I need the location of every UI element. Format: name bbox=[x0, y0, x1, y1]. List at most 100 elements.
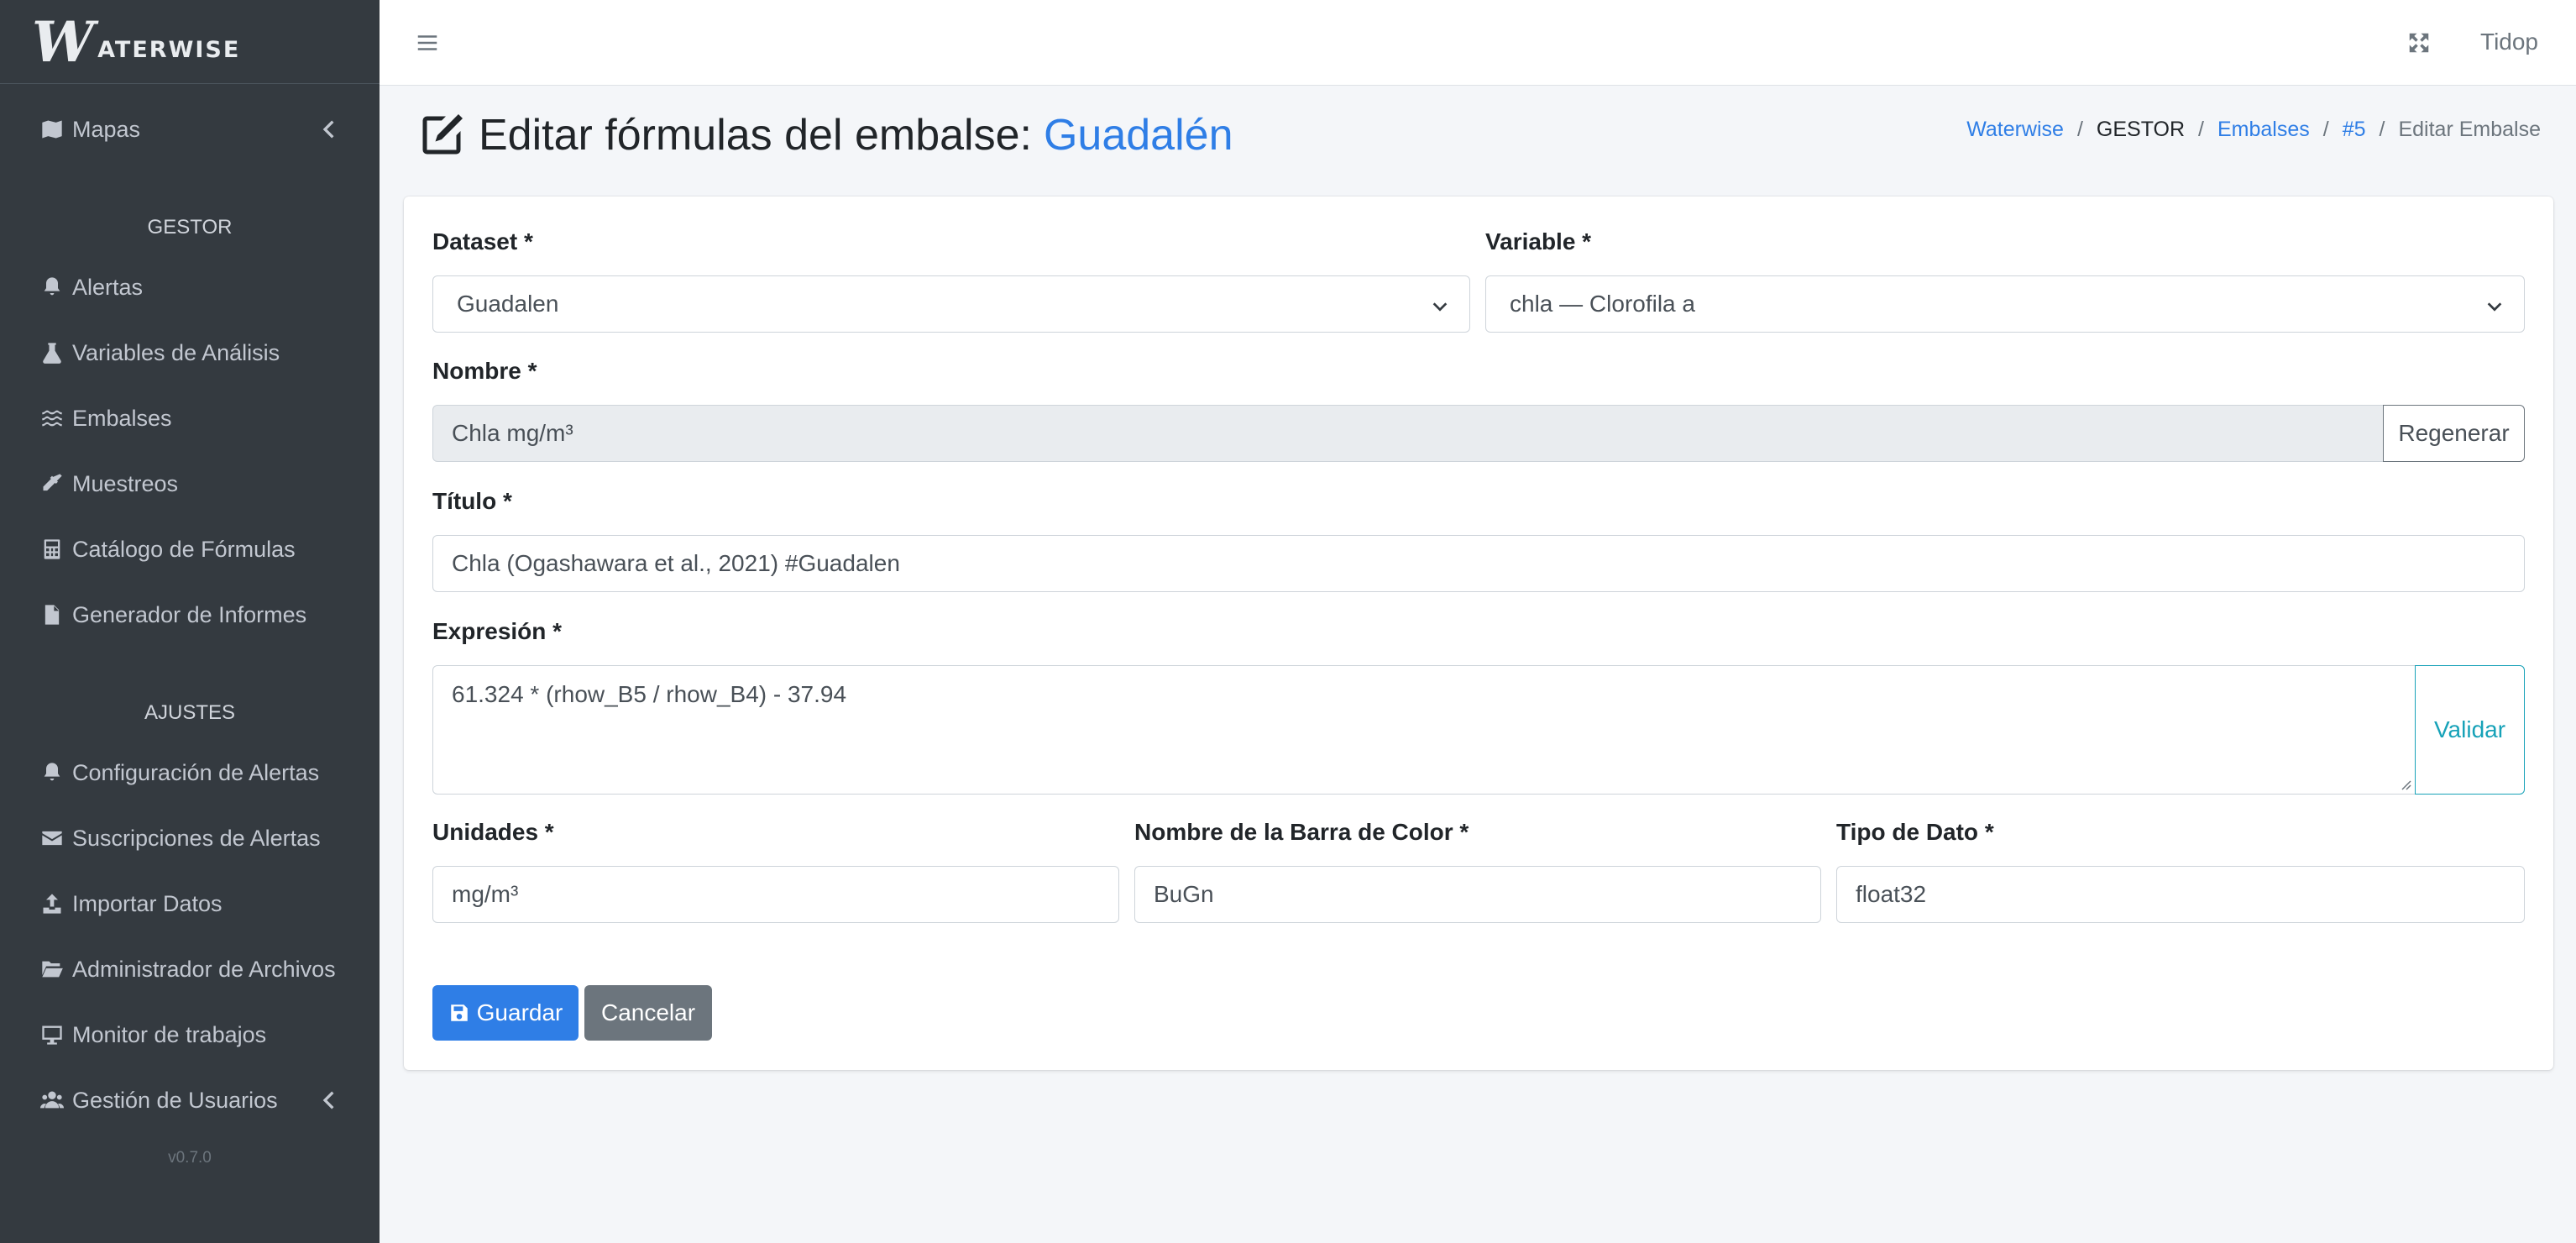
breadcrumb-current: Editar Embalse bbox=[2398, 118, 2541, 141]
breadcrumb-id[interactable]: #5 bbox=[2343, 118, 2366, 142]
tipo-dato-label: Tipo de Dato * bbox=[1836, 819, 1994, 845]
breadcrumb: Waterwise / GESTOR / Embalses / #5 / Edi… bbox=[1966, 118, 2541, 142]
dataset-select[interactable]: Guadalen bbox=[432, 275, 1470, 333]
bell-icon bbox=[39, 759, 65, 786]
validar-button[interactable]: Validar bbox=[2415, 665, 2525, 795]
sidebar-item-muestreos[interactable]: Muestreos bbox=[0, 454, 380, 514]
file-text-icon bbox=[39, 601, 65, 628]
breadcrumb-separator: / bbox=[2076, 118, 2083, 141]
envelope-icon bbox=[39, 825, 65, 852]
sidebar-item-label: Administrador de Archivos bbox=[72, 956, 336, 982]
breadcrumb-embalses[interactable]: Embalses bbox=[2217, 118, 2310, 142]
chevron-left-icon bbox=[319, 118, 343, 141]
sidebar-item-label: Suscripciones de Alertas bbox=[72, 825, 321, 851]
sidebar-item-label: Mapas bbox=[72, 116, 141, 142]
sidebar-item-label: Importar Datos bbox=[72, 890, 223, 916]
app-version: v0.7.0 bbox=[168, 1149, 212, 1167]
sidebar-item-label: Embalses bbox=[72, 405, 172, 431]
sidebar-item-alertas[interactable]: Alertas bbox=[0, 257, 380, 317]
sidebar-item-embalses[interactable]: Embalses bbox=[0, 388, 380, 448]
chevron-down-icon bbox=[2485, 295, 2504, 313]
nav-header-ajustes: AJUSTES bbox=[144, 701, 236, 724]
breadcrumb-separator: / bbox=[2322, 118, 2329, 141]
sidebar-item-variables[interactable]: Variables de Análisis bbox=[0, 323, 380, 383]
sidebar-item-label: Generador de Informes bbox=[72, 601, 307, 627]
sidebar: W ATERWISE Mapas GESTOR Alertas Variable… bbox=[0, 0, 380, 1243]
titulo-input[interactable]: Chla (Ogashawara et al., 2021) #Guadalen bbox=[432, 535, 2525, 592]
regenerar-button[interactable]: Regenerar bbox=[2383, 405, 2525, 462]
sidebar-item-config-alertas[interactable]: Configuración de Alertas bbox=[0, 742, 380, 803]
expresion-value: 61.324 * (rhow_B5 / rhow_B4) - 37.94 bbox=[452, 681, 847, 707]
logo-initial: W bbox=[32, 8, 95, 75]
tipo-dato-input[interactable]: float32 bbox=[1836, 866, 2525, 923]
titulo-value: Chla (Ogashawara et al., 2021) #Guadalen bbox=[452, 550, 900, 576]
formula-form-card: Dataset * Guadalen Variable * chla — Clo… bbox=[404, 197, 2553, 1070]
edit-icon bbox=[422, 114, 463, 155]
unidades-input[interactable]: mg/m³ bbox=[432, 866, 1119, 923]
sidebar-item-catalogo[interactable]: Catálogo de Fórmulas bbox=[0, 519, 380, 580]
nombre-value: Chla mg/m³ bbox=[452, 420, 573, 446]
titulo-label: Título * bbox=[432, 488, 512, 514]
sidebar-item-archivos[interactable]: Administrador de Archivos bbox=[0, 939, 380, 999]
flask-icon bbox=[39, 339, 65, 366]
upload-icon bbox=[39, 890, 65, 917]
save-icon bbox=[450, 1004, 468, 1021]
brand-logo[interactable]: W ATERWISE bbox=[0, 0, 380, 84]
sidebar-item-label: Configuración de Alertas bbox=[72, 759, 320, 785]
page-title: Editar fórmulas del embalse: Guadalén bbox=[416, 106, 1233, 165]
breadcrumb-separator: / bbox=[2198, 118, 2204, 141]
calculator-icon bbox=[39, 536, 65, 563]
expresion-textarea[interactable]: 61.324 * (rhow_B5 / rhow_B4) - 37.94 bbox=[432, 665, 2416, 795]
nombre-label: Nombre * bbox=[432, 358, 537, 384]
fullscreen-icon[interactable] bbox=[2406, 30, 2432, 55]
sidebar-item-usuarios[interactable]: Gestión de Usuarios bbox=[0, 1070, 380, 1130]
chevron-down-icon bbox=[1431, 295, 1449, 313]
variable-value: chla — Clorofila a bbox=[1510, 291, 1695, 317]
variable-select[interactable]: chla — Clorofila a bbox=[1485, 275, 2525, 333]
sidebar-item-label: Gestión de Usuarios bbox=[72, 1087, 278, 1113]
users-icon bbox=[39, 1087, 65, 1114]
resize-handle-icon[interactable] bbox=[2398, 777, 2411, 790]
sidebar-item-label: Catálogo de Fórmulas bbox=[72, 536, 296, 562]
dataset-label: Dataset * bbox=[432, 228, 533, 254]
sidebar-item-mapas[interactable]: Mapas bbox=[0, 99, 380, 160]
breadcrumb-separator: / bbox=[2379, 118, 2385, 141]
variable-label: Variable * bbox=[1485, 228, 1592, 254]
sidebar-item-monitor[interactable]: Monitor de trabajos bbox=[0, 1004, 380, 1065]
sidebar-item-suscripciones[interactable]: Suscripciones de Alertas bbox=[0, 808, 380, 868]
unidades-label: Unidades * bbox=[432, 819, 554, 845]
folder-open-icon bbox=[39, 956, 65, 983]
eyedropper-icon bbox=[39, 470, 65, 497]
barra-color-input[interactable]: BuGn bbox=[1134, 866, 1821, 923]
unidades-value: mg/m³ bbox=[452, 881, 519, 907]
desktop-icon bbox=[39, 1021, 65, 1048]
nav-header-gestor: GESTOR bbox=[147, 216, 233, 239]
barra-color-label: Nombre de la Barra de Color * bbox=[1134, 819, 1469, 845]
save-label: Guardar bbox=[476, 999, 563, 1025]
sidebar-item-informes[interactable]: Generador de Informes bbox=[0, 585, 380, 645]
menu-toggle-icon[interactable] bbox=[415, 30, 440, 55]
barra-color-value: BuGn bbox=[1154, 881, 1214, 907]
nombre-field: Chla mg/m³ bbox=[432, 405, 2384, 462]
map-icon bbox=[39, 116, 65, 143]
bell-icon bbox=[39, 274, 65, 301]
title-reservoir-name: Guadalén bbox=[1043, 111, 1233, 160]
sidebar-item-label: Variables de Análisis bbox=[72, 339, 280, 365]
top-navbar: Tidop bbox=[380, 0, 2576, 86]
sidebar-item-importar[interactable]: Importar Datos bbox=[0, 873, 380, 934]
save-button[interactable]: Guardar bbox=[432, 985, 579, 1041]
water-icon bbox=[39, 405, 65, 432]
sidebar-item-label: Monitor de trabajos bbox=[72, 1021, 267, 1047]
sidebar-item-label: Alertas bbox=[72, 274, 144, 300]
dataset-value: Guadalen bbox=[457, 291, 559, 317]
user-menu[interactable]: Tidop bbox=[2480, 29, 2538, 55]
sidebar-item-label: Muestreos bbox=[72, 470, 179, 496]
expresion-label: Expresión * bbox=[432, 618, 563, 644]
logo-text: ATERWISE bbox=[97, 36, 241, 63]
breadcrumb-waterwise[interactable]: Waterwise bbox=[1966, 118, 2064, 142]
cancel-button[interactable]: Cancelar bbox=[584, 985, 712, 1041]
breadcrumb-gestor: GESTOR bbox=[2096, 118, 2186, 141]
chevron-left-icon bbox=[319, 1088, 343, 1112]
tipo-dato-value: float32 bbox=[1856, 881, 1927, 907]
title-prefix: Editar fórmulas del embalse: bbox=[479, 111, 1032, 160]
